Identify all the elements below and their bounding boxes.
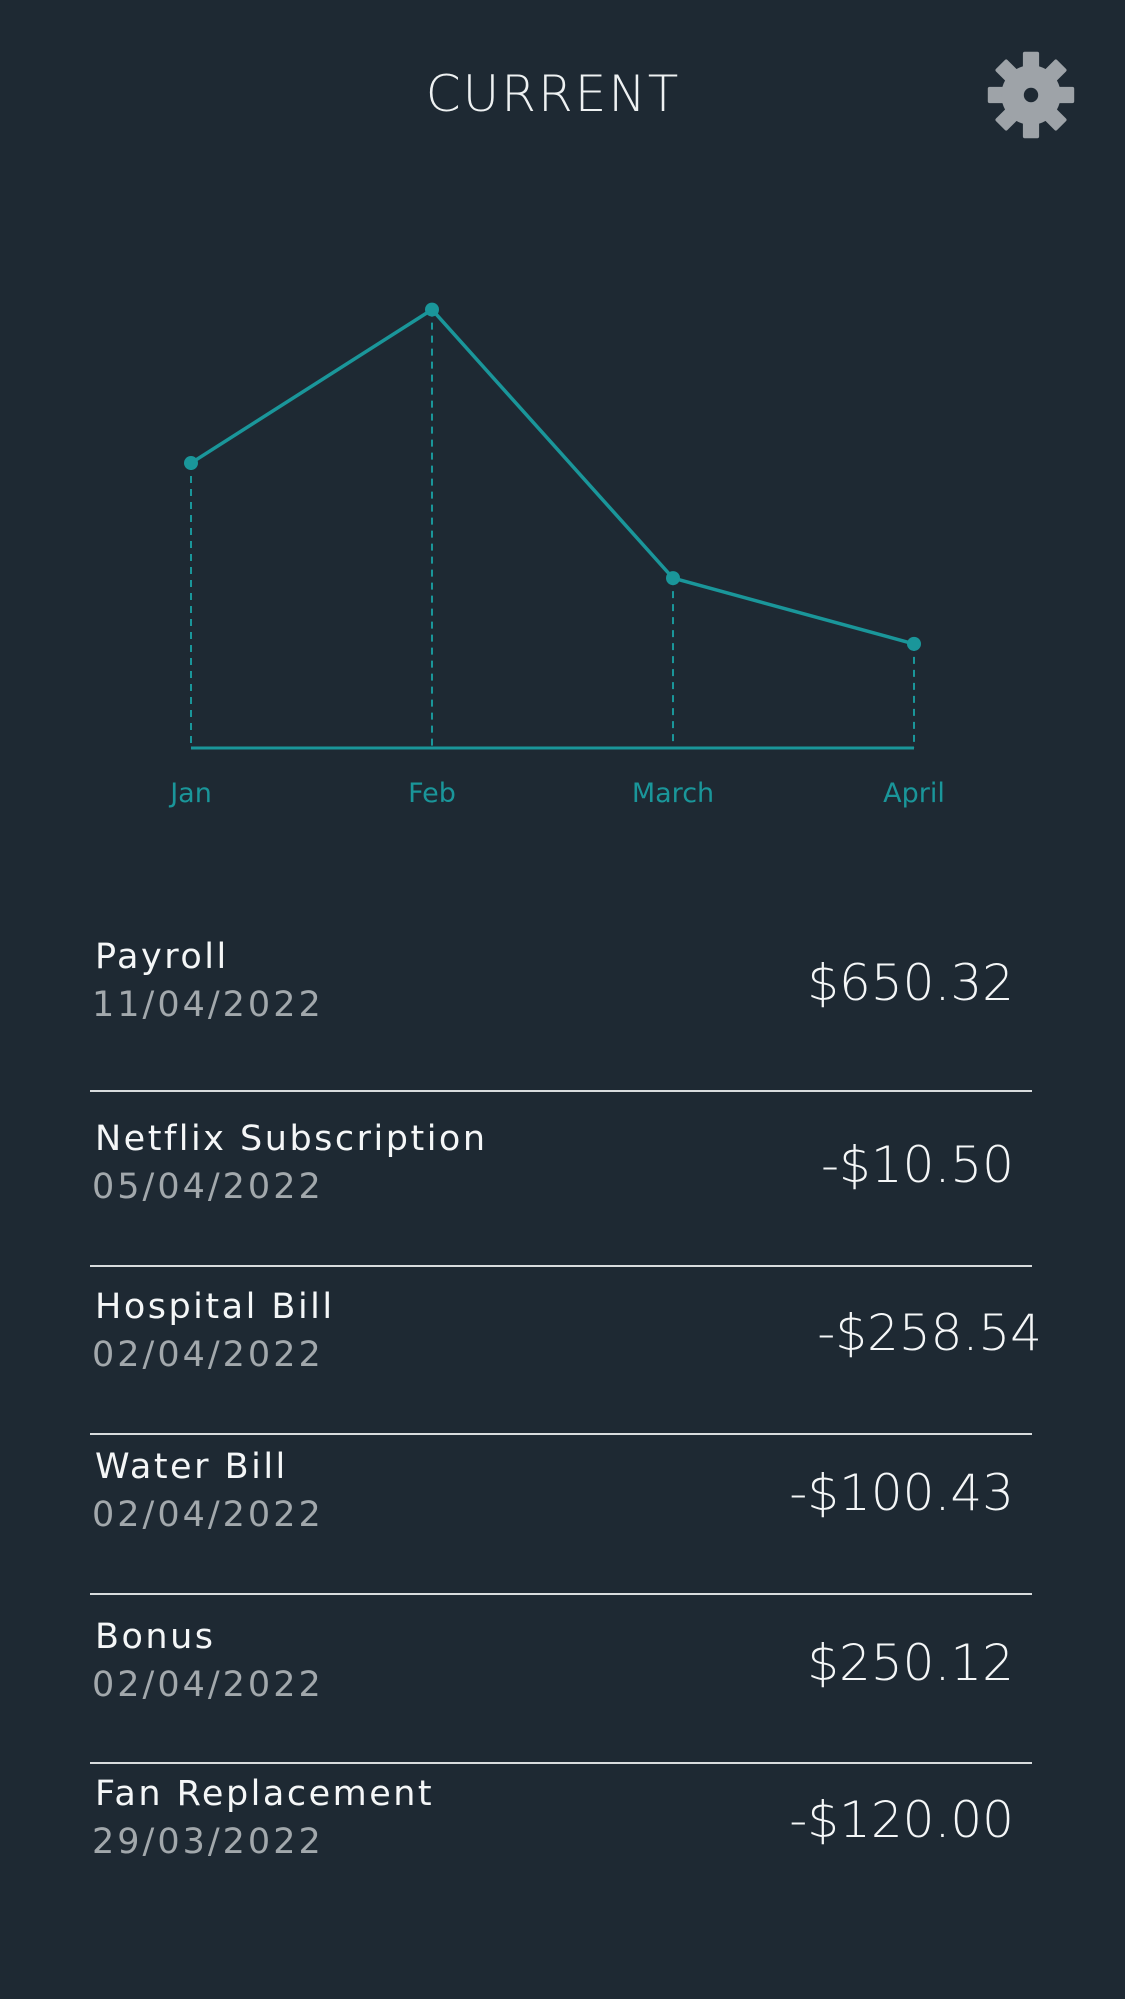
transaction-name: Water Bill bbox=[95, 1447, 288, 1487]
transaction-name: Netflix Subscription bbox=[95, 1119, 488, 1159]
transaction-date: 02/04/2022 bbox=[92, 1665, 324, 1705]
transaction-date: 11/04/2022 bbox=[92, 985, 324, 1025]
x-tick-label: Feb bbox=[408, 778, 456, 809]
transaction-name: Fan Replacement bbox=[95, 1774, 435, 1814]
data-point bbox=[907, 636, 921, 651]
transaction-amount: -$100.43 bbox=[789, 1464, 1014, 1522]
transaction-date: 02/04/2022 bbox=[92, 1495, 324, 1535]
divider bbox=[90, 1265, 1032, 1267]
divider bbox=[90, 1090, 1032, 1092]
series-line bbox=[190, 307, 915, 646]
transaction-amount: -$120.00 bbox=[789, 1791, 1014, 1849]
line-chart: Jan Feb March April bbox=[168, 302, 945, 809]
transaction-date: 29/03/2022 bbox=[92, 1822, 324, 1862]
x-tick-label: Jan bbox=[168, 778, 212, 809]
transaction-row[interactable]: Netflix Subscription 05/04/2022 -$10.50 bbox=[90, 1117, 1032, 1227]
transaction-date: 05/04/2022 bbox=[92, 1167, 324, 1207]
transaction-amount: $250.12 bbox=[807, 1634, 1014, 1692]
transaction-amount: -$258.54 bbox=[817, 1304, 1042, 1362]
transaction-row[interactable]: Fan Replacement 29/03/2022 -$120.00 bbox=[90, 1772, 1032, 1882]
x-tick-label: April bbox=[883, 778, 945, 809]
transaction-amount: -$10.50 bbox=[821, 1136, 1014, 1194]
divider bbox=[90, 1762, 1032, 1764]
data-point bbox=[184, 456, 198, 471]
transaction-row[interactable]: Bonus 02/04/2022 $250.12 bbox=[90, 1615, 1032, 1725]
data-point bbox=[425, 302, 439, 317]
transaction-date: 02/04/2022 bbox=[92, 1335, 324, 1375]
divider bbox=[90, 1593, 1032, 1595]
transaction-name: Payroll bbox=[95, 937, 229, 977]
transaction-row[interactable]: Payroll 11/04/2022 $650.32 bbox=[90, 935, 1032, 1045]
transaction-row[interactable]: Water Bill 02/04/2022 -$100.43 bbox=[90, 1445, 1032, 1555]
transaction-name: Bonus bbox=[95, 1617, 216, 1657]
transaction-amount: $650.32 bbox=[807, 954, 1014, 1012]
divider bbox=[90, 1433, 1032, 1435]
transaction-name: Hospital Bill bbox=[95, 1287, 335, 1327]
x-tick-label: March bbox=[632, 778, 714, 809]
data-point bbox=[666, 571, 680, 586]
transaction-row[interactable]: Hospital Bill 02/04/2022 -$258.54 bbox=[90, 1285, 1042, 1395]
